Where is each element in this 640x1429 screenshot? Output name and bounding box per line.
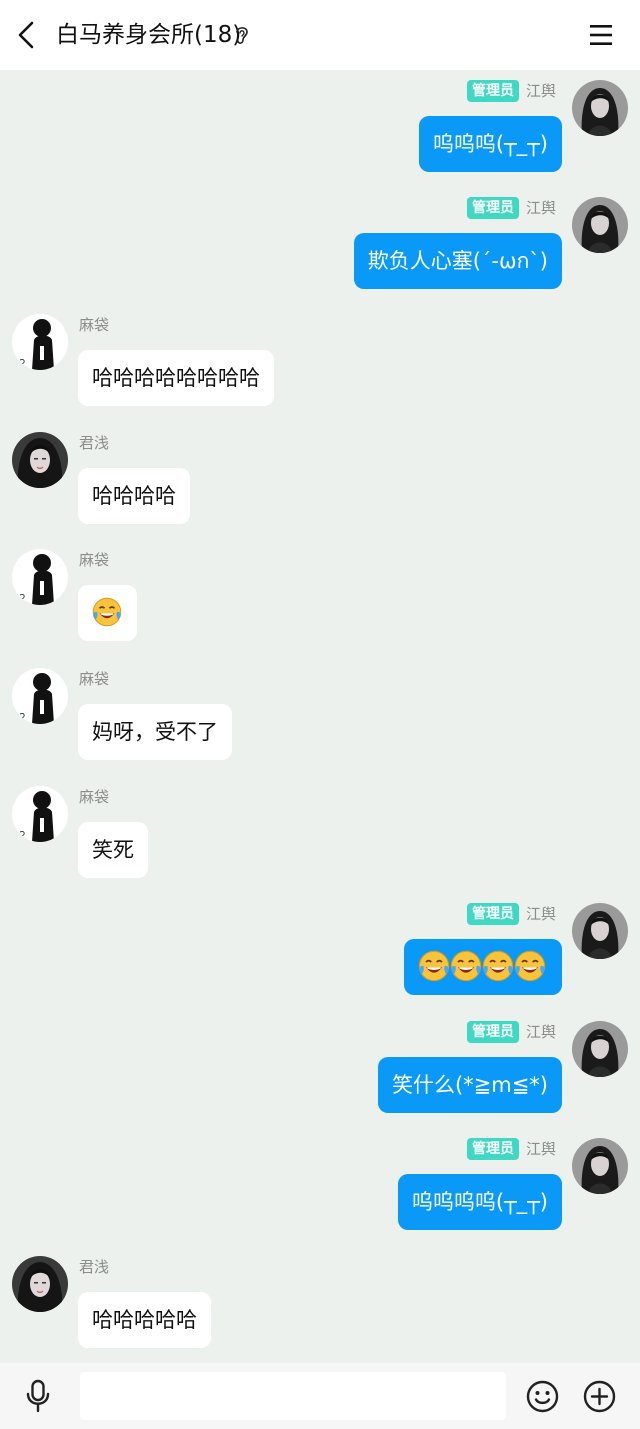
message-row: 麻袋 bbox=[0, 549, 640, 643]
sender-name: 江舆 bbox=[525, 1023, 556, 1041]
message-row: 管理员 江舆 bbox=[0, 903, 640, 997]
incoming-bubble[interactable]: 笑死 bbox=[78, 822, 148, 878]
laughing-tears-emoji-icon bbox=[92, 597, 122, 627]
incoming-bubble[interactable]: 哈哈哈哈哈 bbox=[78, 1292, 211, 1348]
outgoing-bubble[interactable]: 笑什么(*≧m≦*) bbox=[377, 1057, 562, 1113]
avatar[interactable] bbox=[572, 903, 628, 959]
group-title[interactable]: 白马养身会所(18) bbox=[56, 19, 241, 51]
input-bar bbox=[0, 1363, 640, 1429]
sender-name: 君浅 bbox=[79, 434, 110, 452]
message-row: 管理员 江舆 笑什么(*≧m≦*) bbox=[0, 1021, 640, 1115]
message-row: 管理员 江舆 呜呜呜呜(┬_┬) bbox=[0, 1138, 640, 1232]
sender-name: 江舆 bbox=[525, 82, 556, 100]
smiley-icon[interactable] bbox=[526, 1380, 559, 1413]
outgoing-bubble[interactable]: 呜呜呜(┬_┬) bbox=[418, 116, 562, 172]
incoming-bubble[interactable]: 妈呀，受不了 bbox=[78, 704, 232, 760]
avatar[interactable] bbox=[12, 549, 68, 605]
avatar[interactable] bbox=[12, 786, 68, 842]
crying-emoji-icon bbox=[482, 950, 514, 982]
message-row: 麻袋 妈呀，受不了 bbox=[0, 668, 640, 762]
admin-badge: 管理员 bbox=[466, 903, 519, 925]
outgoing-bubble[interactable]: 呜呜呜呜(┬_┬) bbox=[397, 1174, 562, 1230]
avatar[interactable] bbox=[12, 1256, 68, 1312]
sender-name: 麻袋 bbox=[79, 316, 110, 334]
hamburger-menu-icon[interactable] bbox=[588, 22, 614, 48]
crying-emoji-icon bbox=[450, 950, 482, 982]
sender-line: 管理员 江舆 bbox=[466, 1021, 556, 1043]
admin-badge: 管理员 bbox=[466, 80, 519, 102]
avatar[interactable] bbox=[12, 432, 68, 488]
sender-name: 麻袋 bbox=[79, 670, 110, 688]
sender-line: 管理员 江舆 bbox=[466, 80, 556, 102]
incoming-bubble[interactable]: 哈哈哈哈哈哈哈哈 bbox=[78, 350, 274, 406]
sender-name: 江舆 bbox=[525, 199, 556, 217]
sender-name: 江舆 bbox=[525, 905, 556, 923]
avatar[interactable] bbox=[572, 1138, 628, 1194]
avatar[interactable] bbox=[572, 80, 628, 136]
chat-header: 白马养身会所(18) bbox=[0, 0, 640, 70]
admin-badge: 管理员 bbox=[466, 1138, 519, 1160]
plus-icon[interactable] bbox=[583, 1380, 616, 1413]
message-row: 君浅 哈哈哈哈哈 bbox=[0, 1256, 640, 1350]
admin-badge: 管理员 bbox=[466, 197, 519, 219]
sender-line: 管理员 江舆 bbox=[466, 1138, 556, 1160]
avatar[interactable] bbox=[12, 314, 68, 370]
sender-name: 君浅 bbox=[79, 1258, 110, 1276]
incoming-bubble[interactable] bbox=[78, 585, 137, 641]
message-row: 麻袋 哈哈哈哈哈哈哈哈 bbox=[0, 314, 640, 408]
incoming-bubble[interactable]: 哈哈哈哈 bbox=[78, 468, 190, 524]
sender-line: 管理员 江舆 bbox=[466, 903, 556, 925]
crying-emoji-icon bbox=[418, 950, 450, 982]
sender-name: 麻袋 bbox=[79, 788, 110, 806]
microphone-icon[interactable] bbox=[24, 1379, 52, 1413]
crying-emoji-icon bbox=[514, 950, 546, 982]
sender-name: 江舆 bbox=[525, 1140, 556, 1158]
message-row: 麻袋 笑死 bbox=[0, 786, 640, 880]
avatar[interactable] bbox=[572, 1021, 628, 1077]
sender-line: 管理员 江舆 bbox=[466, 197, 556, 219]
admin-badge: 管理员 bbox=[466, 1021, 519, 1043]
ear-icon bbox=[236, 27, 248, 44]
outgoing-bubble[interactable] bbox=[404, 939, 562, 995]
message-input[interactable] bbox=[80, 1372, 506, 1420]
avatar[interactable] bbox=[12, 668, 68, 724]
chevron-left-icon[interactable] bbox=[14, 20, 40, 50]
message-row: 管理员 江舆 呜呜呜(┬_┬) bbox=[0, 80, 640, 174]
avatar[interactable] bbox=[572, 197, 628, 253]
message-row: 管理员 江舆 欺负人心塞(´-ωก`) bbox=[0, 197, 640, 291]
message-row: 君浅 哈哈哈哈 bbox=[0, 432, 640, 526]
outgoing-bubble[interactable]: 欺负人心塞(´-ωก`) bbox=[353, 233, 562, 289]
sender-name: 麻袋 bbox=[79, 551, 110, 569]
